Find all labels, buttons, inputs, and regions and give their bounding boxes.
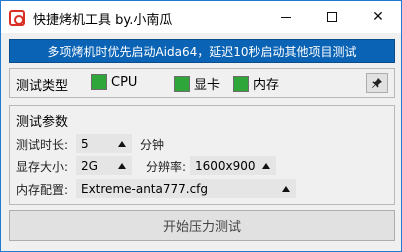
mem-config-selector[interactable]: Extreme-anta777.cfg bbox=[76, 179, 296, 198]
vram-spinner[interactable]: 2G bbox=[76, 156, 132, 175]
title-bar[interactable]: 快捷烤机工具 by.小南瓜 ✕ bbox=[1, 1, 401, 34]
maximize-button[interactable] bbox=[309, 1, 355, 33]
pin-icon bbox=[372, 78, 382, 88]
close-button[interactable]: ✕ bbox=[355, 1, 401, 33]
app-window: 快捷烤机工具 by.小南瓜 ✕ 多项烤机时优先启动Aida64，延迟10秒启动其… bbox=[0, 0, 402, 252]
checkbox-memory-label: 内存 bbox=[253, 78, 280, 93]
maximize-icon bbox=[327, 12, 337, 22]
info-banner: 多项烤机时优先启动Aida64，延迟10秒启动其他项目测试 bbox=[9, 39, 395, 63]
spin-up-icon[interactable] bbox=[282, 186, 290, 192]
test-type-label: 测试类型 bbox=[16, 79, 69, 94]
app-icon bbox=[9, 10, 25, 26]
test-params-group: 测试参数 测试时长: 5 分钟 显存大小: 2G 分辨率: 1600x900 内… bbox=[9, 105, 395, 205]
resolution-value: 1600x900 bbox=[195, 158, 256, 173]
mem-config-label: 内存配置: bbox=[16, 183, 69, 197]
mem-config-value: Extreme-anta777.cfg bbox=[81, 181, 209, 196]
pin-button[interactable] bbox=[366, 73, 388, 93]
spin-up-icon[interactable] bbox=[118, 163, 126, 169]
test-type-group: 测试类型 CPU 显卡 内存 bbox=[9, 68, 395, 98]
vram-value: 2G bbox=[81, 158, 98, 173]
checkbox-gpu-box[interactable] bbox=[174, 75, 190, 92]
checkbox-cpu-box[interactable] bbox=[91, 74, 107, 90]
spin-up-icon[interactable] bbox=[118, 141, 126, 147]
duration-unit: 分钟 bbox=[140, 138, 165, 152]
duration-label: 测试时长: bbox=[16, 138, 69, 152]
duration-spinner[interactable]: 5 bbox=[76, 134, 132, 153]
close-icon: ✕ bbox=[372, 9, 384, 25]
resolution-label: 分辨率: bbox=[146, 160, 187, 174]
info-banner-text: 多项烤机时优先启动Aida64，延迟10秒启动其他项目测试 bbox=[47, 44, 357, 59]
start-stress-test-button[interactable]: 开始压力测试 bbox=[9, 210, 395, 241]
minimize-button[interactable] bbox=[263, 1, 309, 33]
checkbox-memory[interactable]: 内存 bbox=[233, 74, 279, 93]
test-params-title: 测试参数 bbox=[16, 115, 69, 130]
checkbox-cpu-label: CPU bbox=[111, 74, 138, 90]
start-stress-test-label: 开始压力测试 bbox=[162, 220, 241, 235]
duration-value: 5 bbox=[81, 136, 89, 151]
resolution-spinner[interactable]: 1600x900 bbox=[190, 156, 276, 175]
spin-up-icon[interactable] bbox=[262, 163, 270, 169]
checkbox-cpu[interactable]: CPU bbox=[91, 74, 137, 90]
vram-label: 显存大小: bbox=[16, 160, 69, 174]
checkbox-gpu[interactable]: 显卡 bbox=[174, 74, 220, 93]
minimize-icon bbox=[281, 16, 291, 18]
checkbox-memory-box[interactable] bbox=[233, 75, 249, 92]
window-title: 快捷烤机工具 by.小南瓜 bbox=[33, 13, 173, 28]
checkbox-gpu-label: 显卡 bbox=[194, 78, 221, 93]
